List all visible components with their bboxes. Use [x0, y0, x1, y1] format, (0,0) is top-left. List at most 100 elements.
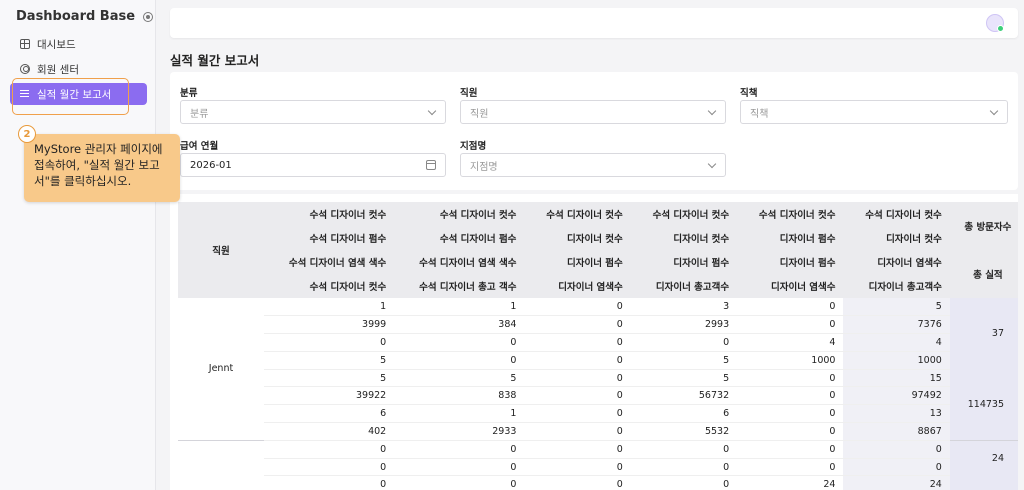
column-header: 디자이너 펌수 [524, 250, 631, 274]
table-row: Jennt 1 1 0 3 0 5 37 [178, 298, 1018, 374]
calendar-icon[interactable] [426, 160, 436, 170]
grid-icon [20, 39, 30, 49]
table-cell: 0 [737, 298, 844, 317]
table-row: 0 0 0 0 24 24 [178, 475, 1018, 490]
column-header: 디자이너 총고객수 [843, 274, 950, 298]
total-sales-cell [949, 475, 1018, 490]
branch-label: 지점명 [460, 141, 487, 152]
position-label: 직책 [740, 88, 758, 99]
table-row: 402 2933 0 5532 0 8867 [178, 422, 1018, 441]
table-row: 6 1 0 6 0 13 [178, 404, 1018, 424]
filter-panel: 분류 분류 직원 직원 직책 직책 급여 연월 2026-01 지점명 지점명 [170, 72, 1018, 190]
column-header-total-visitors: 총 방문자수 [949, 202, 1018, 250]
category-select[interactable]: 분류 [180, 100, 446, 124]
pay-month-input[interactable]: 2026-01 [180, 153, 446, 177]
table-cell: 0 [524, 333, 631, 352]
table-cell: 0 [737, 369, 844, 388]
header-row: 수석 디자이너 컷수 수석 디자이너 총고 객수 디자이너 염색수 디자이너 총고객수… [178, 274, 1018, 298]
pay-month-label: 급여 연월 [180, 141, 219, 152]
highlight-box [12, 78, 129, 115]
table-cell: 0 [737, 386, 844, 406]
table-cell: 1000 [737, 351, 844, 370]
table-cell: 0 [264, 439, 395, 459]
table-cell: 0 [264, 333, 395, 352]
table-cell: 1000 [843, 351, 950, 370]
table-cell: 0 [264, 475, 395, 490]
table-cell: 8867 [843, 422, 950, 441]
table-cell: 0 [630, 439, 738, 459]
table-cell: 0 [524, 475, 631, 490]
top-bar [170, 8, 1018, 38]
category-placeholder: 분류 [190, 108, 209, 120]
sidebar: Dashboard Base 대시보드 회원 센터 실적 월간 보고서 [0, 0, 156, 490]
total-sales-cell: 114735 [949, 369, 1018, 441]
position-placeholder: 직책 [750, 108, 769, 120]
column-header: 수석 디자이너 컷수 [394, 202, 525, 226]
column-header: 수석 디자이너 총고 객수 [394, 274, 525, 298]
table-cell: 0 [394, 351, 525, 370]
table-cell: 0 [630, 458, 738, 477]
staff-label: 직원 [460, 88, 478, 99]
table-cell: 4 [843, 333, 950, 352]
column-header: 디자이너 컷수 [843, 226, 950, 250]
table-cell: 5 [264, 351, 395, 370]
staff-name-cell [178, 439, 264, 490]
column-header: 수석 디자이너 컷수 [524, 202, 631, 226]
table-cell: 0 [524, 439, 631, 459]
column-header: 수석 디자이너 펌수 [394, 226, 525, 250]
table-cell: 5 [843, 298, 950, 317]
table-cell: 0 [524, 404, 631, 424]
header-row: 수석 디자이너 펌수 수석 디자이너 펌수 디자이너 컷수 디자이너 컷수 디자이너 펌… [178, 226, 1018, 250]
table-row: 000000 [178, 458, 1018, 477]
staff-placeholder: 직원 [470, 108, 489, 120]
column-header: 수석 디자이너 염색 색수 [394, 250, 525, 274]
avatar[interactable] [986, 14, 1004, 32]
column-header: 디자이너 펌수 [737, 250, 844, 274]
table-cell: 0 [524, 315, 631, 335]
column-header: 디자이너 컷수 [630, 226, 738, 250]
position-select[interactable]: 직책 [740, 100, 1008, 124]
column-header-staff: 직원 [178, 202, 264, 298]
table-cell: 0 [843, 439, 950, 459]
table-cell: 0 [737, 315, 844, 335]
table-row: 0 0 0 0 0 0 24 [178, 439, 1018, 490]
sidebar-item-member-center[interactable]: 회원 센터 [10, 58, 147, 80]
column-header: 수석 디자이너 컷수 [264, 274, 395, 298]
sidebar-item-dashboard[interactable]: 대시보드 [10, 33, 147, 55]
table-cell: 0 [524, 422, 631, 441]
sidebar-toggle-icon[interactable] [143, 11, 154, 22]
header-row: 직원 수석 디자이너 컷수 수석 디자이너 컷수 수석 디자이너 컷수 수석 디자이너 … [178, 202, 1018, 298]
table-cell: 4 [737, 333, 844, 352]
table-cell: 0 [737, 404, 844, 424]
table-cell: 0 [630, 475, 738, 490]
table-cell: 6 [630, 404, 738, 424]
table-row: 5 5 0 5 0 15 114735 [178, 369, 1018, 441]
staff-select[interactable]: 직원 [460, 100, 726, 124]
sidebar-item-label: 회원 센터 [37, 63, 79, 76]
branch-select[interactable]: 지점명 [460, 153, 726, 177]
table-cell: 56732 [630, 386, 738, 406]
branch-placeholder: 지점명 [470, 161, 498, 173]
column-header: 디자이너 컷수 [524, 226, 631, 250]
table-cell: 0 [394, 475, 525, 490]
table-cell: 5 [264, 369, 395, 388]
page-title: 실적 월간 보고서 [170, 53, 260, 68]
chevron-down-icon [707, 159, 717, 169]
chevron-down-icon [427, 106, 437, 116]
column-header: 수석 디자이너 컷수 [630, 202, 738, 226]
column-header: 수석 디자이너 컷수 [737, 202, 844, 226]
report-table: 직원 수석 디자이너 컷수 수석 디자이너 컷수 수석 디자이너 컷수 수석 디자이너 … [178, 202, 1018, 490]
column-header: 디자이너 펌수 [630, 250, 738, 274]
category-label: 분류 [180, 88, 198, 99]
staff-name-cell: Jennt [208, 363, 234, 375]
table-cell: 6 [264, 404, 395, 424]
table-cell: 0 [394, 458, 525, 477]
table-cell: 5532 [630, 422, 738, 441]
column-header: 수석 디자이너 펌수 [264, 226, 395, 250]
column-header: 수석 디자이너 컷수 [264, 202, 395, 226]
table-row: 3999 384 0 2993 0 7376 [178, 315, 1018, 335]
table-cell: 0 [394, 333, 525, 352]
table-cell: 0 [264, 458, 395, 477]
chevron-down-icon [989, 106, 999, 116]
table-cell: 3 [630, 298, 738, 317]
